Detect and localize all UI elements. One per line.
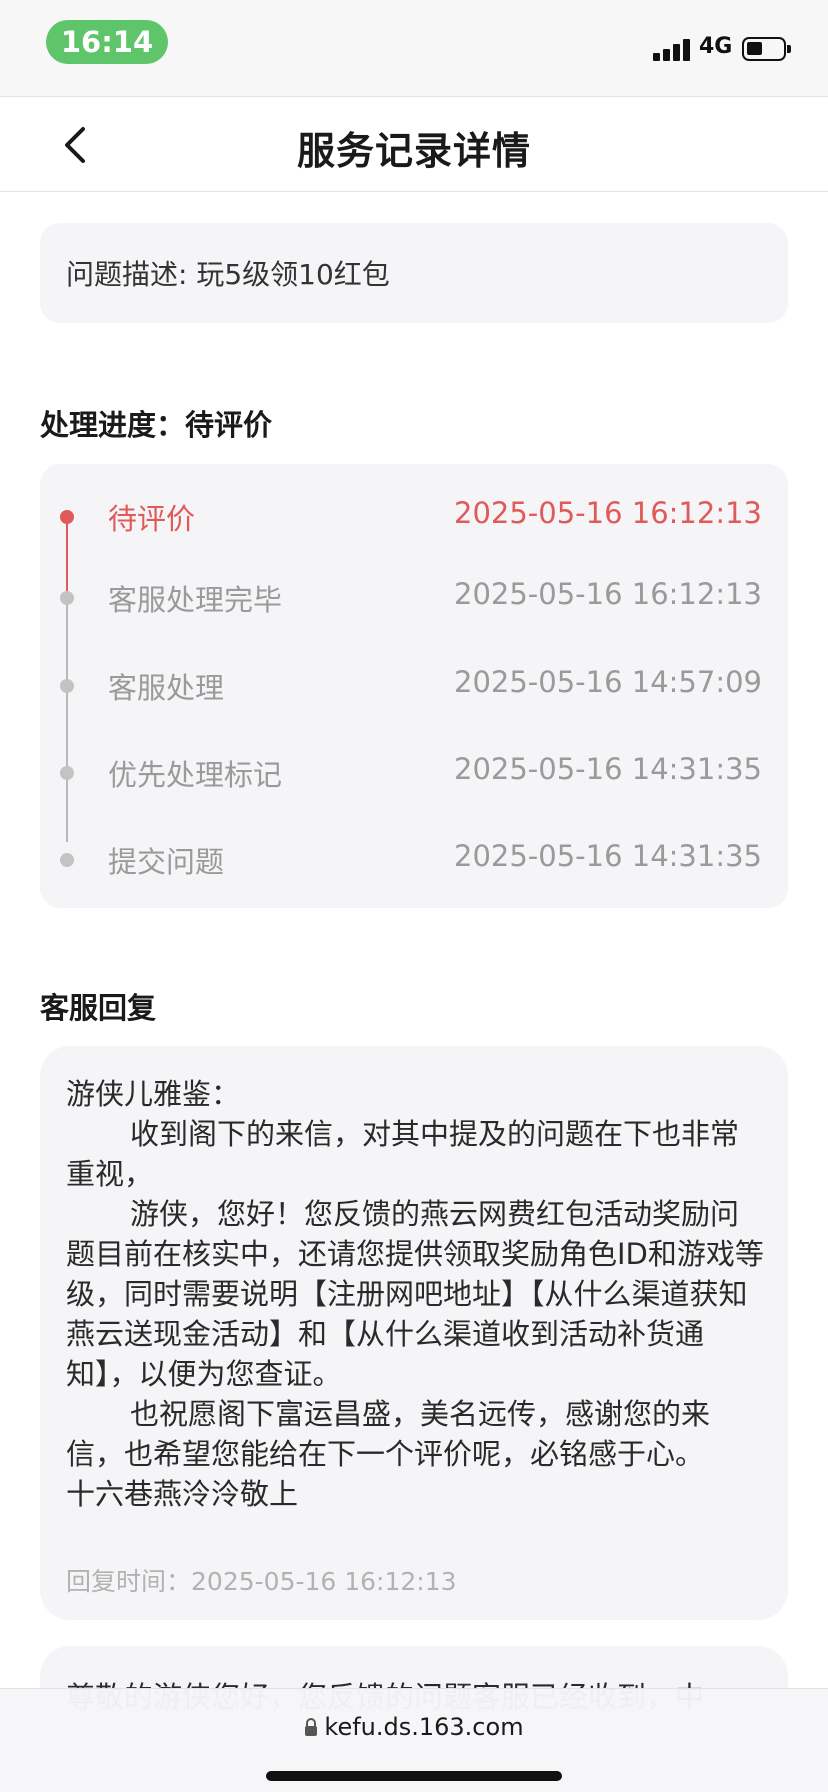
timeline-dot [60,679,74,693]
reply-paragraph: 游侠，您好！您反馈的燕云网费红包活动奖励问题目前在核实中，还请您提供领取奖励角色… [66,1197,764,1391]
page-title: 服务记录详情 [296,129,531,173]
reply-time-label: 回复时间： [66,1567,192,1596]
signal-icon [653,37,691,61]
timeline-line-active [66,517,68,598]
timeline-step-time: 2025-05-16 14:57:09 [454,665,762,699]
timeline-dot-active [60,510,74,524]
status-bar: 16:14 4G [0,0,828,96]
reply-time: 回复时间：2025-05-16 16:12:13 [66,1562,457,1598]
progress-timeline: 待评价 2025-05-16 16:12:13 客服处理完毕 2025-05-1… [40,464,788,908]
timeline-line [66,598,68,842]
address-bar[interactable]: kefu.ds.163.com [0,1713,828,1741]
url-text: kefu.ds.163.com [324,1713,524,1741]
timeline-step-label: 客服处理完毕 [108,583,283,617]
problem-description-card: 问题描述: 玩5级领10红包 [40,223,788,323]
timeline-step-time: 2025-05-16 14:31:35 [454,839,762,873]
reply-greeting: 游侠儿雅鉴： [66,1077,241,1111]
reply-paragraph: 也祝愿阁下富运昌盛，美名远传，感谢您的来信，也希望您能给在下一个评价呢，必铭感于… [66,1397,711,1471]
status-time[interactable]: 16:14 [46,20,168,64]
timeline-step-label: 待评价 [108,502,196,536]
battery-icon [742,37,791,61]
browser-bottom-bar: kefu.ds.163.com [0,1688,828,1792]
network-label: 4G [699,34,733,59]
timeline-step-label: 提交问题 [108,845,225,879]
timeline-step-label: 优先处理标记 [108,758,283,792]
page: 16:14 4G 问题 热门网吧活动 服务记录详情 问题描述: 玩5级领10红包… [0,0,828,1792]
timeline-step-time: 2025-05-16 14:31:35 [454,752,762,786]
home-indicator[interactable] [266,1771,562,1781]
navigation-bar: 服务记录详情 [0,96,828,192]
reply-section-title: 客服回复 [40,991,157,1025]
reply-time-value: 2025-05-16 16:12:13 [191,1567,457,1596]
timeline-step-time: 2025-05-16 16:12:13 [454,496,762,530]
lock-icon [305,1718,318,1736]
reply-paragraph: 收到阁下的来信，对其中提及的问题在下也非常重视， [66,1117,740,1191]
timeline-step-label: 客服处理 [108,671,225,705]
timeline-step-time: 2025-05-16 16:12:13 [454,577,762,611]
reply-card: 游侠儿雅鉴： 收到阁下的来信，对其中提及的问题在下也非常重视， 游侠，您好！您反… [40,1046,788,1620]
reply-signature: 十六巷燕泠泠敬上 [66,1477,299,1511]
timeline-dot [60,591,74,605]
problem-description: 问题描述: 玩5级领10红包 [66,258,390,291]
timeline-dot [60,766,74,780]
progress-title: 处理进度：待评价 [40,408,273,442]
timeline-dot [60,853,74,867]
